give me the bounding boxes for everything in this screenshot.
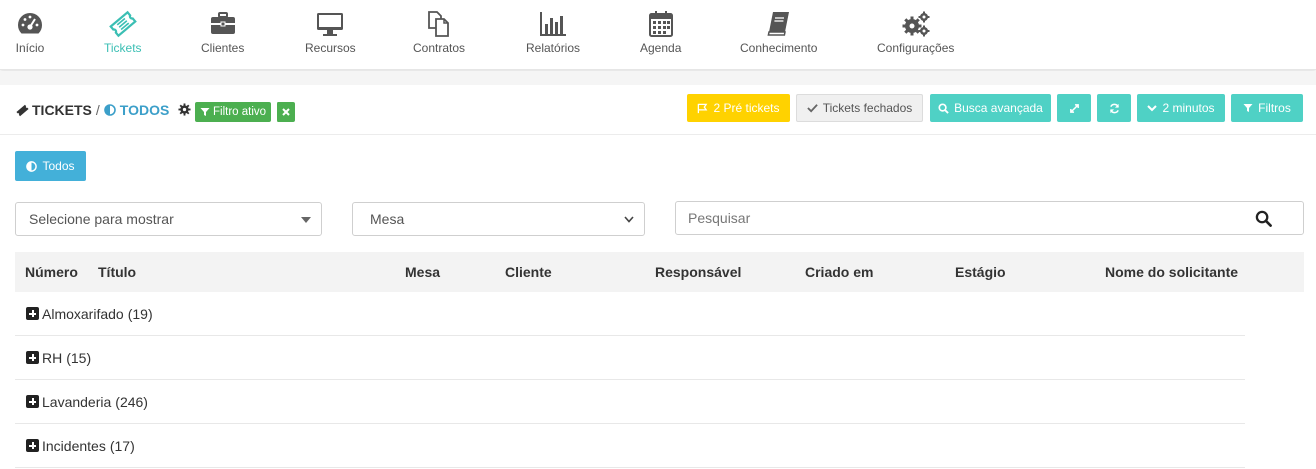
nav-item-configuracoes[interactable]: Configurações (877, 10, 954, 55)
check-icon (806, 104, 818, 113)
expand-plus-icon[interactable] (26, 439, 39, 452)
expand-plus-icon[interactable] (26, 307, 39, 320)
bar-chart-icon (540, 12, 567, 36)
column-header-cliente[interactable]: Cliente (505, 264, 552, 280)
tab-todos-label: Todos (42, 159, 75, 173)
book-icon (767, 12, 789, 36)
gears-icon (902, 11, 930, 37)
group-name: Almoxarifado (42, 305, 124, 322)
calendar-icon (648, 11, 673, 37)
table-group-row[interactable]: RH (15) (15, 336, 1245, 380)
caret-down-icon (301, 217, 311, 223)
desk-select[interactable]: Mesa (352, 202, 645, 236)
top-navigation: Início Tickets Clientes Recursos Contrat… (0, 0, 1316, 70)
filter-icon (1243, 104, 1253, 112)
closed-tickets-label: Tickets fechados (822, 101, 913, 115)
documents-icon (428, 11, 449, 37)
group-count: (17) (109, 437, 135, 454)
pre-tickets-label: 2 Pré tickets (713, 101, 780, 115)
close-icon (282, 108, 290, 116)
column-header-mesa[interactable]: Mesa (405, 264, 440, 280)
table-group-row[interactable]: Incidentes (17) (15, 424, 1245, 468)
expand-icon (1069, 103, 1079, 113)
table-header: Número Título Mesa Cliente Responsável C… (15, 252, 1304, 292)
refresh-interval-dropdown[interactable]: 2 minutos (1137, 94, 1225, 122)
closed-tickets-button[interactable]: Tickets fechados (796, 94, 923, 122)
expand-button[interactable] (1057, 94, 1091, 122)
refresh-interval-label: 2 minutos (1162, 101, 1215, 115)
half-circle-icon (103, 104, 116, 116)
column-header-responsavel[interactable]: Responsável (655, 264, 741, 280)
refresh-button[interactable] (1097, 94, 1131, 122)
show-select[interactable]: Selecione para mostrar (15, 202, 322, 236)
nav-item-contratos[interactable]: Contratos (413, 10, 465, 55)
nav-label: Clientes (201, 41, 245, 55)
group-count: (246) (115, 393, 148, 410)
page-header: TICKETS / TODOS Filtro ativo 2 Pré ticke… (0, 85, 1316, 135)
chevron-down-icon (1147, 105, 1158, 112)
active-filter-label: Filtro ativo (213, 106, 267, 118)
filters-label: Filtros (1258, 101, 1291, 115)
search-box (675, 201, 1304, 235)
nav-item-recursos[interactable]: Recursos (305, 10, 356, 55)
briefcase-icon (210, 12, 235, 34)
search-input[interactable] (676, 202, 1236, 234)
active-filter-badge: Filtro ativo (195, 102, 272, 122)
filters-button[interactable]: Filtros (1231, 94, 1303, 122)
breadcrumb: TICKETS / TODOS (16, 102, 169, 118)
tab-todos[interactable]: Todos (15, 151, 86, 181)
advanced-search-button[interactable]: Busca avançada (930, 94, 1051, 122)
group-name: RH (42, 349, 63, 366)
nav-label: Relatórios (526, 41, 581, 55)
column-header-numero[interactable]: Número (25, 264, 78, 280)
monitor-icon (317, 13, 344, 36)
breadcrumb-separator: / (95, 102, 100, 118)
expand-plus-icon[interactable] (26, 351, 39, 364)
nav-item-clientes[interactable]: Clientes (201, 10, 244, 55)
group-count: (15) (66, 349, 92, 366)
half-circle-icon (26, 160, 38, 172)
chevron-down-icon (624, 216, 634, 223)
breadcrumb-todos: TODOS (119, 102, 170, 118)
search-icon (938, 102, 949, 114)
nav-separator-band (0, 71, 1316, 85)
nav-item-agenda[interactable]: Agenda (640, 10, 681, 55)
column-header-solicitante[interactable]: Nome do solicitante (1105, 264, 1238, 280)
expand-plus-icon[interactable] (26, 395, 39, 408)
breadcrumb-tickets[interactable]: TICKETS (32, 102, 92, 118)
nav-label: Contratos (413, 41, 466, 55)
table-group-row[interactable]: Almoxarifado (19) (15, 292, 1245, 336)
nav-label: Início (15, 41, 45, 55)
table-group-row[interactable]: Lavanderia (246) (15, 380, 1245, 424)
search-icon[interactable] (1255, 210, 1272, 227)
ticket-icon (108, 10, 137, 38)
nav-label: Configurações (877, 41, 955, 55)
group-name: Lavanderia (42, 393, 112, 410)
pre-tickets-button[interactable]: 2 Pré tickets (687, 94, 790, 122)
group-name: Incidentes (42, 437, 106, 454)
nav-label: Recursos (305, 41, 356, 55)
gear-icon[interactable] (178, 103, 191, 116)
refresh-icon (1109, 103, 1119, 113)
column-header-titulo[interactable]: Título (98, 264, 136, 280)
nav-item-tickets[interactable]: Tickets (104, 10, 142, 55)
nav-label: Tickets (104, 41, 142, 55)
column-header-criado-em[interactable]: Criado em (805, 264, 873, 280)
nav-item-inicio[interactable]: Início (15, 10, 45, 55)
nav-item-conhecimento[interactable]: Conhecimento (740, 10, 817, 55)
dashboard-icon (17, 13, 43, 34)
nav-label: Conhecimento (740, 41, 818, 55)
ticket-small-icon (16, 104, 29, 116)
nav-item-relatorios[interactable]: Relatórios (526, 10, 580, 55)
column-header-estagio[interactable]: Estágio (955, 264, 1006, 280)
group-count: (19) (127, 305, 153, 322)
desk-select-value: Mesa (370, 211, 405, 227)
nav-label: Agenda (640, 41, 682, 55)
filter-icon (200, 108, 210, 116)
advanced-search-label: Busca avançada (954, 101, 1043, 115)
clear-filter-button[interactable] (276, 102, 295, 122)
show-select-value: Selecione para mostrar (29, 211, 174, 227)
flag-icon (698, 103, 708, 113)
